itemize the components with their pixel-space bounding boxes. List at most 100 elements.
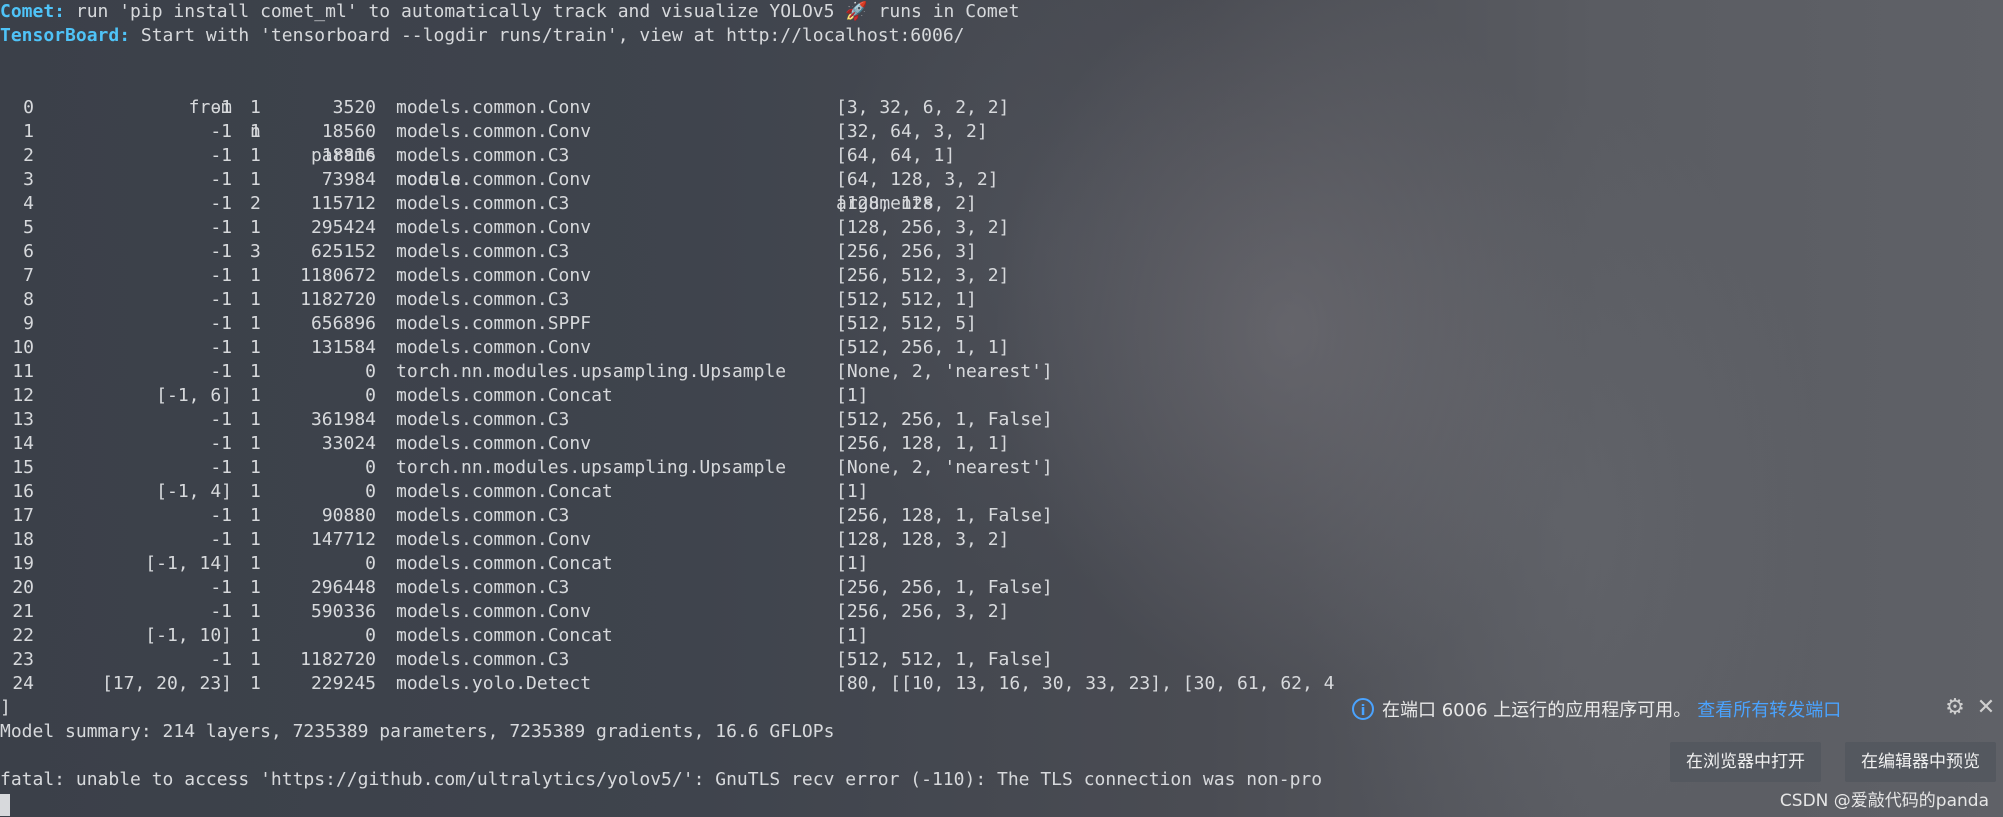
- tensorboard-text: Start with 'tensorboard --logdir runs/tr…: [130, 25, 965, 46]
- row-params: 1182720: [300, 649, 376, 670]
- table-row: 11 -1 1 0 torch.nn.modules.upsampling.Upsamp…: [0, 360, 2003, 384]
- row-from: -1: [210, 193, 232, 214]
- table-row: 18 -1 1 147712 models.common.Conv [128, 128, …: [0, 528, 2003, 552]
- row-module: models.common.Conv: [396, 265, 592, 286]
- row-arguments: [256, 256, 3]: [836, 241, 977, 262]
- row-from: -1: [210, 169, 232, 190]
- row-module: models.common.SPPF: [396, 313, 592, 334]
- row-index: 2: [23, 145, 34, 166]
- row-index: 9: [23, 313, 34, 334]
- row-from: -1: [210, 265, 232, 286]
- csdn-watermark: CSDN @爱敲代码的panda: [1779, 791, 1989, 811]
- table-row: 15 -1 1 0 torch.nn.modules.upsampling.Upsamp…: [0, 456, 2003, 480]
- row-params: 0: [365, 553, 376, 574]
- row-arguments: [64, 64, 1]: [836, 145, 956, 166]
- row-arguments: [64, 128, 3, 2]: [836, 169, 999, 190]
- row-module: models.common.Conv: [396, 217, 592, 238]
- row-index: 6: [23, 241, 34, 262]
- row-params: 0: [365, 625, 376, 646]
- row-from: -1: [210, 577, 232, 598]
- row-from: -1: [210, 121, 232, 142]
- close-icon[interactable]: ✕: [1974, 696, 1998, 720]
- row-from: -1: [210, 313, 232, 334]
- row-params: 0: [365, 457, 376, 478]
- row-params: 115712: [310, 193, 376, 214]
- row-module: torch.nn.modules.upsampling.Upsample: [396, 361, 787, 382]
- row-params: 1180672: [300, 265, 376, 286]
- row-from: -1: [210, 289, 232, 310]
- row-params: 1182720: [300, 289, 376, 310]
- table-row: 19 [-1, 14] 1 0 models.common.Concat [1]: [0, 552, 2003, 576]
- row-arguments: [128, 128, 2]: [836, 193, 977, 214]
- row-arguments: [256, 128, 1, False]: [836, 505, 1053, 526]
- row-module: models.common.C3: [396, 289, 570, 310]
- row-arguments: [1]: [836, 481, 869, 502]
- table-row: 7 -1 1 1180672 models.common.Conv [256, 512, …: [0, 264, 2003, 288]
- table-row: 6 -1 3 625152 models.common.C3 [256, 256, 3]: [0, 240, 2003, 264]
- row-from: [-1, 14]: [145, 553, 232, 574]
- row-params: 590336: [310, 601, 376, 622]
- row-module: models.common.C3: [396, 649, 570, 670]
- row-n: 1: [250, 409, 261, 430]
- row-arguments: [256, 128, 1, 1]: [836, 433, 1010, 454]
- table-row: 2 -1 1 18816 models.common.C3 [64, 64, 1]: [0, 144, 2003, 168]
- preview-in-editor-button[interactable]: 在编辑器中预览: [1845, 742, 1996, 782]
- table-row: 23 -1 1 1182720 models.common.C3 [512, 512, 1…: [0, 648, 2003, 672]
- view-forwarded-ports-link[interactable]: 查看所有转发端口: [1697, 696, 1841, 722]
- row-index: 20: [12, 577, 34, 598]
- row-n: 1: [250, 265, 261, 286]
- row-index: 1: [23, 121, 34, 142]
- row-arguments: [1]: [836, 553, 869, 574]
- row-index: 21: [12, 601, 34, 622]
- row-module: models.common.Conv: [396, 601, 592, 622]
- row-params: 0: [365, 361, 376, 382]
- row-n: 1: [250, 97, 261, 118]
- row-arguments: [512, 512, 5]: [836, 313, 977, 334]
- row-index: 13: [12, 409, 34, 430]
- closing-bracket: ]: [0, 697, 11, 718]
- row-index: 15: [12, 457, 34, 478]
- row-module: models.common.Concat: [396, 481, 613, 502]
- row-from: -1: [210, 649, 232, 670]
- table-row: 12 [-1, 6] 1 0 models.common.Concat [1]: [0, 384, 2003, 408]
- row-module: models.common.Conv: [396, 433, 592, 454]
- comet-line: Comet: run 'pip install comet_ml' to aut…: [0, 0, 1019, 24]
- row-n: 3: [250, 241, 261, 262]
- row-index: 5: [23, 217, 34, 238]
- row-index: 19: [12, 553, 34, 574]
- row-n: 1: [250, 289, 261, 310]
- row-module: models.common.C3: [396, 241, 570, 262]
- table-row: 13 -1 1 361984 models.common.C3 [512, 256, 1,…: [0, 408, 2003, 432]
- row-n: 1: [250, 385, 261, 406]
- info-icon: i: [1352, 698, 1374, 720]
- row-arguments: [3, 32, 6, 2, 2]: [836, 97, 1010, 118]
- row-from: [-1, 4]: [156, 481, 232, 502]
- gear-icon[interactable]: ⚙: [1943, 696, 1967, 720]
- row-from: [-1, 10]: [145, 625, 232, 646]
- open-in-browser-button[interactable]: 在浏览器中打开: [1670, 742, 1821, 782]
- row-index: 14: [12, 433, 34, 454]
- row-index: 12: [12, 385, 34, 406]
- table-header: from n params module arguments: [0, 72, 2003, 214]
- row-arguments: [128, 128, 3, 2]: [836, 529, 1010, 550]
- row-index: 11: [12, 361, 34, 382]
- row-params: 296448: [310, 577, 376, 598]
- row-params: 656896: [310, 313, 376, 334]
- row-from: -1: [210, 505, 232, 526]
- table-row: 21 -1 1 590336 models.common.Conv [256, 256, …: [0, 600, 2003, 624]
- row-module: models.common.C3: [396, 409, 570, 430]
- fatal-error: fatal: unable to access 'https://github.…: [0, 769, 1323, 790]
- row-index: 22: [12, 625, 34, 646]
- row-arguments: [32, 64, 3, 2]: [836, 121, 988, 142]
- row-index: 10: [12, 337, 34, 358]
- row-arguments: [80, [[10, 13, 16, 30, 33, 23], [30, 61,…: [836, 673, 1335, 694]
- row-n: 1: [250, 457, 261, 478]
- row-params: 131584: [310, 337, 376, 358]
- row-n: 1: [250, 217, 261, 238]
- tensorboard-line: TensorBoard: Start with 'tensorboard --l…: [0, 24, 965, 48]
- table-row: 9 -1 1 656896 models.common.SPPF [512, 512, 5…: [0, 312, 2003, 336]
- row-arguments: [512, 512, 1, False]: [836, 649, 1053, 670]
- table-row: 8 -1 1 1182720 models.common.C3 [512, 512, 1]: [0, 288, 2003, 312]
- table-row: 4 -1 2 115712 models.common.C3 [128, 128, 2]: [0, 192, 2003, 216]
- table-row: 20 -1 1 296448 models.common.C3 [256, 256, 1,…: [0, 576, 2003, 600]
